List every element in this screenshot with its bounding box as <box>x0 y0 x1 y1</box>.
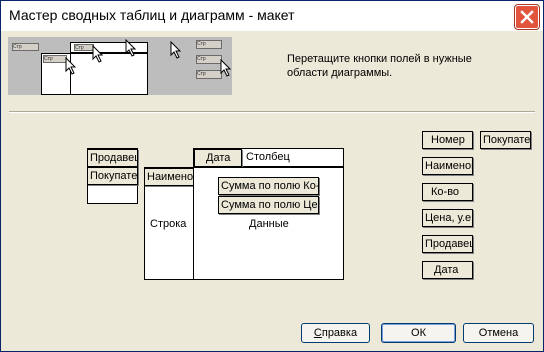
pivot-wizard-dialog: Мастер сводных таблиц и диаграмм - макет… <box>0 0 544 352</box>
preview-column-button: Стр <box>74 44 94 51</box>
divider <box>9 111 535 113</box>
column-field-date[interactable]: Дата <box>194 149 242 167</box>
cursor-arrow-icon <box>125 39 137 57</box>
page-field-buyer[interactable]: Покупатель <box>87 167 138 185</box>
cursor-arrow-icon <box>220 59 232 77</box>
column-area-label: Столбец <box>246 151 290 163</box>
field-button-date[interactable]: Дата <box>422 261 473 279</box>
field-button-price[interactable]: Цена, у.е. <box>422 209 473 227</box>
cursor-arrow-icon <box>170 41 182 59</box>
cursor-arrow-icon <box>92 45 104 63</box>
window-title: Мастер сводных таблиц и диаграмм - макет <box>9 7 295 23</box>
cancel-button[interactable]: Отмена <box>463 323 534 343</box>
field-button-seller[interactable]: Продавец <box>422 235 473 253</box>
field-button-name[interactable]: Наименование <box>422 157 473 175</box>
data-field-sum-qty[interactable]: Сумма по полю Ко-во <box>218 177 319 195</box>
field-button-number[interactable]: Номер <box>422 131 473 149</box>
field-button-qty[interactable]: Ко-во <box>422 183 473 201</box>
preview-field-button: Стр <box>196 40 222 49</box>
help-button[interactable]: Справка <box>301 323 370 343</box>
preview-field-button: Стр <box>196 70 222 79</box>
cursor-arrow-icon <box>65 57 77 75</box>
ok-button[interactable]: ОК <box>381 323 456 343</box>
close-button[interactable] <box>515 5 539 29</box>
field-button-buyer[interactable]: Покупатель <box>480 131 531 149</box>
title-bar: Мастер сводных таблиц и диаграмм - макет <box>1 1 543 31</box>
preview-row-button: Стр <box>43 55 67 63</box>
instruction-text: Перетащите кнопки полей в нужные области… <box>287 53 472 79</box>
data-area-label: Данные <box>249 218 289 230</box>
preview-data-area <box>70 53 148 95</box>
row-field-name[interactable]: Наименование <box>144 168 195 186</box>
row-area-label: Строка <box>150 218 187 230</box>
layout-preview-image: Стр Стр Стр Стр Стр Стр <box>8 37 232 95</box>
data-field-sum-price[interactable]: Сумма по полю Цена <box>218 196 319 214</box>
page-field-seller[interactable]: Продавец <box>87 149 138 167</box>
preview-page-button: Стр <box>12 43 39 51</box>
preview-field-button: Стр <box>196 55 222 64</box>
close-icon <box>520 10 534 24</box>
